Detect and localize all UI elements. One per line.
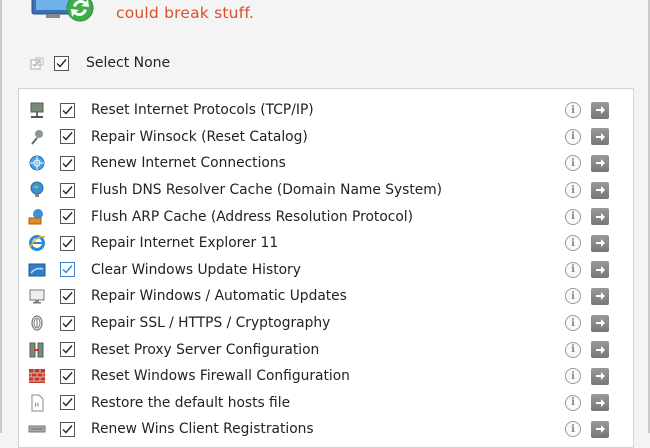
info-icon[interactable]: i [565,182,581,199]
run-arrow-icon[interactable] [591,341,609,359]
item-label: Reset Internet Protocols (TCP/IP) [91,102,314,119]
item-checkbox[interactable] [60,102,75,118]
firewall-icon [28,367,46,385]
list-item: Renew Wins Client Registrations i [19,416,633,443]
run-arrow-icon[interactable] [591,261,609,279]
select-none-checkbox[interactable] [54,55,69,71]
select-none-label[interactable]: Select None [86,55,170,71]
run-arrow-icon[interactable] [591,420,609,438]
run-arrow-icon[interactable] [591,287,609,305]
info-icon[interactable]: i [565,155,581,172]
info-icon[interactable]: i [565,421,581,438]
item-checkbox[interactable] [60,395,75,411]
item-checkbox[interactable] [60,209,75,225]
item-checkbox[interactable] [60,288,75,304]
fingerprint-icon [28,314,46,332]
monitor-icon [28,287,46,305]
list-item: Flush ARP Cache (Address Resolution Prot… [19,203,633,230]
checklist-icon [30,56,44,70]
item-checkbox[interactable] [60,368,75,384]
list-item: Reset Windows Firewall Configuration i [19,363,633,390]
item-checkbox[interactable] [60,262,75,278]
item-label: Renew Internet Connections [91,155,286,172]
info-icon[interactable]: i [565,235,581,252]
item-label: Clear Windows Update History [91,261,301,278]
run-arrow-icon[interactable] [591,367,609,385]
item-checkbox[interactable] [60,235,75,251]
select-none-row: Select None [30,52,170,74]
run-arrow-icon[interactable] [591,154,609,172]
item-label: Flush DNS Resolver Cache (Domain Name Sy… [91,182,443,199]
proxy-server-icon [28,341,46,359]
info-icon[interactable]: i [565,341,581,358]
info-icon[interactable]: i [565,261,581,278]
list-item: Repair Windows / Automatic Updates i [19,283,633,310]
list-item: Reset Proxy Server Configuration i [19,336,633,363]
item-label: Restore the default hosts file [91,394,291,411]
network-icon [28,101,46,119]
list-item: Repair Internet Explorer 11 i [19,230,633,257]
item-label: Repair Internet Explorer 11 [91,235,279,252]
info-icon[interactable]: i [565,208,581,225]
repair-options-list: Reset Internet Protocols (TCP/IP) i Repa… [18,88,634,448]
run-arrow-icon[interactable] [591,181,609,199]
item-checkbox[interactable] [60,155,75,171]
list-item: Reset Internet Protocols (TCP/IP) i [19,97,633,124]
item-label: Repair SSL / HTTPS / Cryptography [91,315,331,332]
list-item: H Restore the default hosts file i [19,390,633,417]
item-label: Repair Winsock (Reset Catalog) [91,128,308,145]
item-checkbox[interactable] [60,342,75,358]
item-checkbox[interactable] [60,421,75,437]
run-arrow-icon[interactable] [591,234,609,252]
item-checkbox[interactable] [60,182,75,198]
info-icon[interactable]: i [565,368,581,385]
update-history-icon [28,261,46,279]
window-border-left [0,0,2,433]
network-repair-logo-icon [30,0,98,22]
run-arrow-icon[interactable] [591,101,609,119]
item-checkbox[interactable] [60,129,75,145]
item-label: Repair Windows / Automatic Updates [91,288,347,305]
info-icon[interactable]: i [565,315,581,332]
hosts-file-icon: H [28,394,46,412]
info-icon[interactable]: i [565,128,581,145]
list-item: Renew Internet Connections i [19,150,633,177]
run-arrow-icon[interactable] [591,128,609,146]
item-label: Reset Windows Firewall Configuration [91,368,350,385]
info-icon[interactable]: i [565,394,581,411]
item-checkbox[interactable] [60,315,75,331]
item-label: Flush ARP Cache (Address Resolution Prot… [91,208,414,225]
run-arrow-icon[interactable] [591,394,609,412]
dns-globe-icon [28,181,46,199]
svg-text:H: H [35,402,40,409]
connection-globe-icon [28,154,46,172]
item-label: Renew Wins Client Registrations [91,421,314,438]
list-item: Flush DNS Resolver Cache (Domain Name Sy… [19,177,633,204]
list-item: Clear Windows Update History i [19,257,633,284]
run-arrow-icon[interactable] [591,314,609,332]
item-label: Reset Proxy Server Configuration [91,341,320,358]
info-icon[interactable]: i [565,102,581,119]
warning-text: could break stuff. [116,4,254,22]
winsock-icon [28,128,46,146]
list-item: Repair Winsock (Reset Catalog) i [19,124,633,151]
list-item: Repair SSL / HTTPS / Cryptography i [19,310,633,337]
info-icon[interactable]: i [565,288,581,305]
run-arrow-icon[interactable] [591,208,609,226]
arp-icon [28,208,46,226]
internet-explorer-icon [28,234,46,252]
wins-icon [28,420,46,438]
